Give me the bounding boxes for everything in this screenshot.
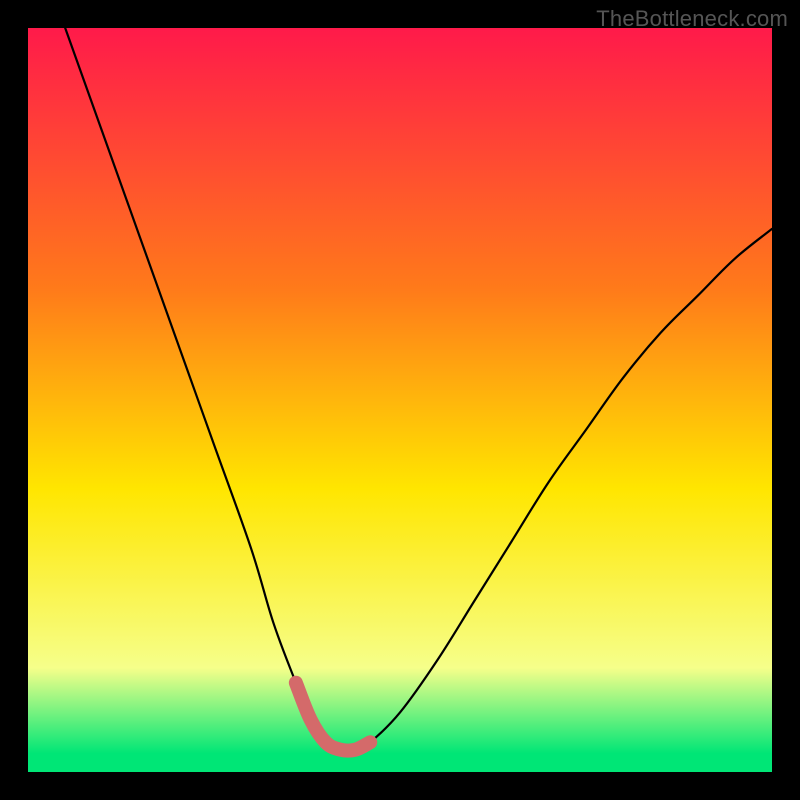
plot-area [28,28,772,772]
gradient-bg [28,28,772,772]
chart-frame: TheBottleneck.com [0,0,800,800]
watermark-text: TheBottleneck.com [596,6,788,32]
bottleneck-chart [28,28,772,772]
